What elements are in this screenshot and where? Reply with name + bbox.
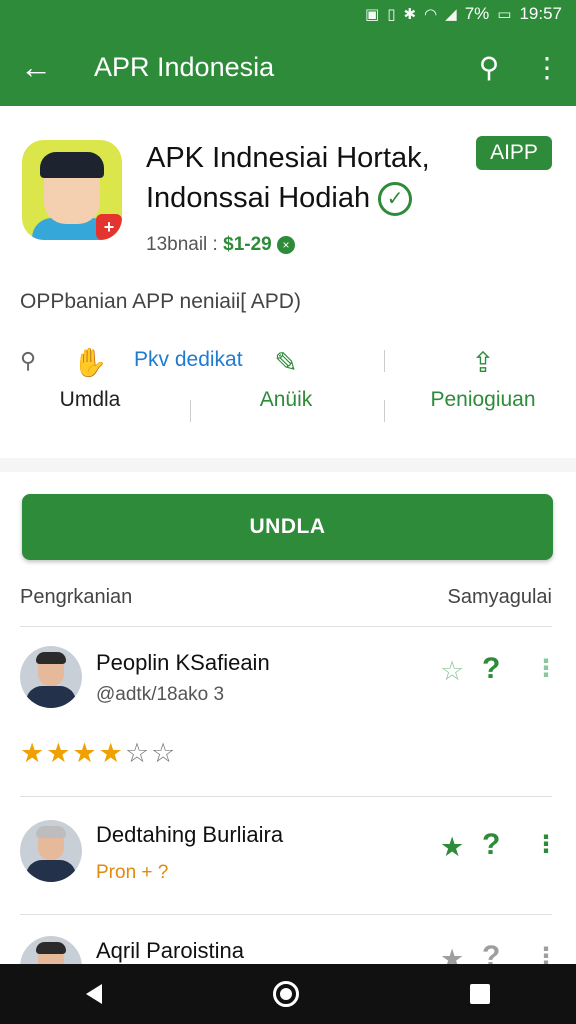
divider [190, 400, 191, 422]
app-bar: ← APR Indonesia ⚲ ⋮ [0, 28, 576, 106]
avatar [20, 646, 82, 708]
nav-home-icon[interactable] [272, 981, 299, 1007]
action-download-label: Umdla [59, 388, 121, 411]
help-icon[interactable]: ? [482, 828, 500, 862]
search-icon[interactable]: ⚲ [460, 51, 518, 84]
divider [20, 914, 552, 915]
review-badge: Pron + ? [96, 862, 169, 883]
clock: 19:57 [519, 4, 562, 23]
review-author: Aqril Paroistina [96, 938, 244, 963]
help-icon[interactable]: ? [482, 652, 500, 686]
more-vert-icon[interactable]: ⋮ [534, 654, 558, 683]
more-vert-icon[interactable]: ⋮ [518, 51, 576, 84]
wifi-icon: ◠ [424, 6, 438, 23]
action-share[interactable]: ⇪ Peniogiuan [420, 338, 546, 438]
app-title-line1: APK Indnesiai Hortak, [146, 142, 430, 174]
app-badge-icon: + [96, 214, 122, 240]
info-dot-icon: × [277, 235, 296, 254]
reviews-see-all[interactable]: Samyagulai [447, 586, 552, 609]
bluetooth-icon: ✱ [403, 6, 417, 23]
location-pin-icon: ⚲ [20, 348, 37, 373]
arrow-left-icon[interactable]: ← [0, 51, 72, 83]
action-row: ⚲ Pkv dedikat ✋ Umdla ✎ Anüik ⇪ Peniogiu… [0, 338, 576, 438]
action-open[interactable]: ✎ Anüik [236, 338, 336, 438]
app-title: APK Indnesiai Hortak, Indonssai Hodiah ✓ [146, 138, 466, 218]
nav-back-icon[interactable] [85, 984, 102, 1004]
divider [384, 400, 385, 422]
nfc-icon: ▣ [365, 6, 380, 23]
action-open-label: Anüik [259, 388, 313, 411]
battery-icon: ▭ [497, 6, 512, 23]
help-icon[interactable]: ? [482, 940, 500, 964]
status-bar: ▣ ▯ ✱ ◠ ◢ 7% ▭ 19:57 [0, 0, 576, 28]
app-title-line2: Indonssai Hodiah [146, 182, 371, 214]
vibrate-icon: ▯ [387, 6, 396, 23]
hand-icon: ✋ [72, 347, 108, 378]
review-author: Dedtahing Burliaira [96, 822, 284, 847]
review-handle: @adtk/18ako 3 [96, 684, 225, 705]
reviews-heading: Pengrkanian [20, 586, 133, 608]
signal-icon: ◢ [445, 6, 457, 23]
app-header: + APK Indnesiai Hortak, Indonssai Hodiah… [0, 106, 576, 276]
app-type-chip: AIPP [476, 136, 552, 170]
star-outline-icon[interactable]: ☆ [440, 656, 464, 687]
avatar [20, 820, 82, 882]
review-item: Dedtahing Burliaira Pron + ? ★ ? ⋮ [0, 816, 576, 912]
nav-recents-icon[interactable] [470, 984, 491, 1004]
app-price: $1-29 [223, 234, 272, 255]
dedicated-link[interactable]: Pkv dedikat [134, 348, 243, 372]
divider [384, 350, 385, 372]
app-bar-title: APR Indonesia [94, 51, 275, 82]
verified-check-icon: ✓ [378, 182, 413, 217]
edit-icon: ✎ [274, 347, 298, 378]
star-filled-icon[interactable]: ★ [440, 832, 464, 863]
action-share-label: Peniogiuan [430, 388, 536, 411]
avatar [20, 936, 82, 964]
review-author: Peoplin KSafieain [96, 650, 270, 675]
divider [20, 796, 552, 797]
action-download[interactable]: ✋ Umdla [40, 338, 140, 438]
section-gap [0, 458, 576, 472]
review-item: Aqril Paroistina ★ ? ⋮ [0, 930, 576, 964]
divider [20, 626, 552, 627]
app-meta-prefix: 13bnail : [146, 234, 218, 255]
system-nav-bar [0, 964, 576, 1024]
reviews-header: Pengrkanian Samyagulai [0, 582, 576, 622]
review-item: Peoplin KSafieain @adtk/18ako 3 ☆ ? ⋮ ★★… [0, 640, 576, 790]
star-rating: ★★★★☆☆ [20, 738, 178, 768]
star-outline-icon[interactable]: ★ [440, 944, 464, 964]
more-vert-icon[interactable]: ⋮ [534, 942, 558, 964]
app-description: OPPbanian APP neniaii[ APD) [20, 290, 301, 313]
app-meta: 13bnail : $1-29 × [146, 234, 296, 256]
more-vert-icon[interactable]: ⋮ [534, 830, 558, 859]
app-icon: + [22, 140, 122, 240]
battery-level: 7% [464, 4, 490, 23]
share-icon: ⇪ [471, 347, 495, 378]
install-button[interactable]: UNDLA [22, 494, 553, 560]
